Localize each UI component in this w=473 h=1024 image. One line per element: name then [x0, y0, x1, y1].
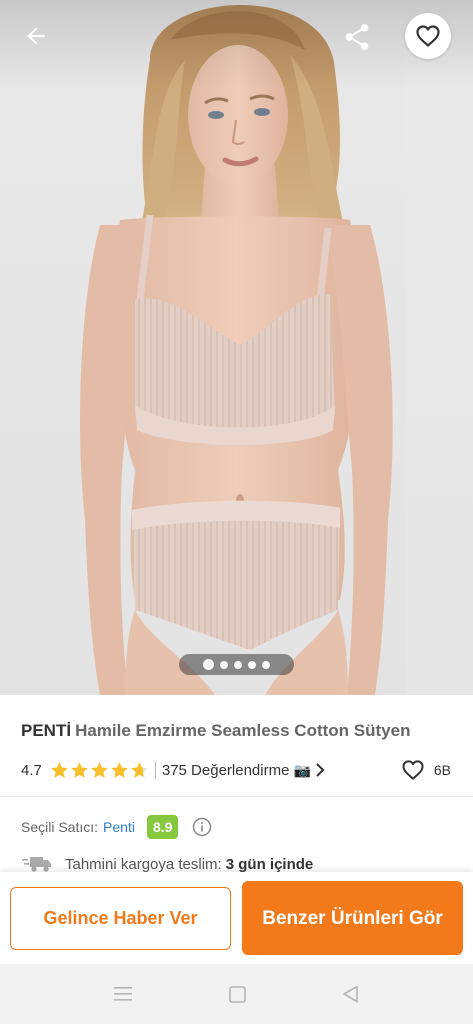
- favorite-button[interactable]: [405, 13, 451, 59]
- star-icon: [130, 761, 148, 778]
- section-divider: [0, 796, 473, 797]
- system-navigation-bar: [0, 964, 473, 1024]
- info-icon[interactable]: [192, 817, 212, 837]
- star-icon: [50, 761, 68, 778]
- favorites-count-button[interactable]: 6B: [402, 758, 451, 782]
- back-nav-button[interactable]: [338, 983, 362, 1005]
- star-icon: [70, 761, 88, 778]
- see-similar-products-button[interactable]: Benzer Ürünleri Gör: [242, 881, 463, 955]
- image-pager[interactable]: [179, 654, 294, 675]
- star-icon: [90, 761, 108, 778]
- rating-stars: [50, 761, 149, 780]
- share-icon: [345, 24, 369, 50]
- seller-label: Seçili Satıcı:: [21, 819, 99, 835]
- product-image-gallery[interactable]: [0, 0, 473, 695]
- pager-dot[interactable]: [234, 660, 242, 669]
- seller-name-link[interactable]: Penti: [103, 819, 135, 835]
- rating-row: 4.7 375 Değerlendirme 📷 6B: [21, 758, 451, 782]
- heart-outline-icon: [416, 25, 440, 47]
- seller-score-badge: 8.9: [146, 815, 179, 839]
- truck-icon: [22, 857, 51, 872]
- menu-nav-button[interactable]: [111, 983, 135, 1005]
- product-photo: [0, 0, 473, 695]
- back-button[interactable]: [14, 14, 58, 58]
- reviews-count: 375 Değerlendirme: [161, 761, 290, 779]
- product-name: Hamile Emzirme Seamless Cotton Sütyen: [75, 721, 411, 740]
- camera-icon: 📷: [293, 761, 311, 778]
- arrow-left-icon: [27, 27, 45, 45]
- notify-when-available-button[interactable]: Gelince Haber Ver: [10, 887, 231, 950]
- delivery-value: 3 gün içinde: [225, 855, 314, 873]
- pager-dot[interactable]: [248, 660, 256, 669]
- heart-outline-icon: [402, 760, 424, 780]
- rating-value: 4.7: [21, 761, 42, 779]
- square-icon: [228, 985, 246, 1003]
- image-top-shade: [0, 0, 473, 90]
- seller-row: Seçili Satıcı: Penti 8.9: [21, 814, 212, 840]
- pager-dot[interactable]: [220, 660, 228, 669]
- menu-icon: [114, 987, 132, 1001]
- bottom-action-bar: Gelince Haber Ver Benzer Ürünleri Gör: [0, 872, 473, 964]
- brand-name[interactable]: PENTİ: [21, 721, 71, 740]
- triangle-back-icon: [342, 985, 358, 1003]
- rating-divider: [154, 761, 156, 779]
- pager-dot[interactable]: [262, 660, 270, 669]
- product-title: PENTİ Hamile Emzirme Seamless Cotton Süty…: [21, 720, 461, 742]
- star-icon: [110, 761, 128, 778]
- chevron-right-icon: [316, 763, 325, 777]
- share-button[interactable]: [334, 14, 380, 60]
- delivery-label: Tahmini kargoya teslim:: [65, 855, 222, 873]
- home-nav-button[interactable]: [225, 983, 249, 1005]
- pager-dot-active[interactable]: [203, 659, 214, 670]
- favorites-count: 6B: [433, 762, 451, 778]
- reviews-link[interactable]: 375 Değerlendirme 📷: [162, 762, 325, 779]
